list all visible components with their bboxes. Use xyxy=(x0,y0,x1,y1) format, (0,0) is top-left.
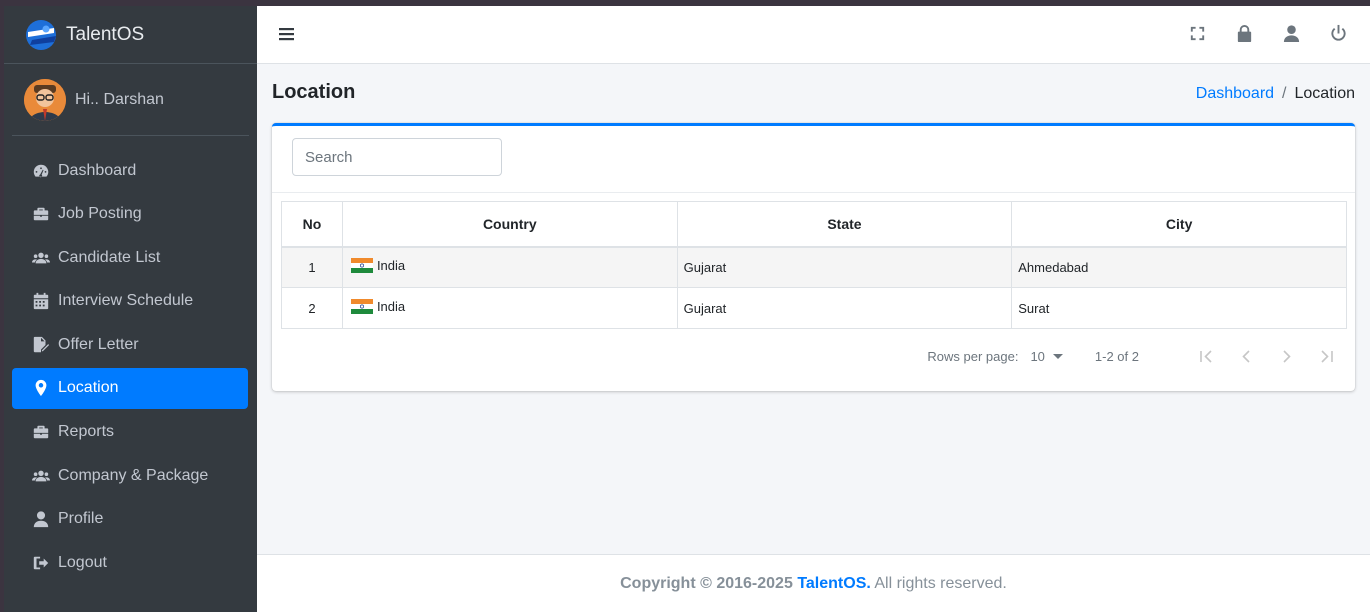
table-row[interactable]: 1 India Gujarat Ahmedabad xyxy=(281,246,1347,288)
next-page-icon[interactable] xyxy=(1278,348,1295,365)
pagination: Rows per page: 10 1-2 of 2 xyxy=(927,348,1335,365)
rows-per-page-select[interactable]: 10 xyxy=(1030,349,1063,364)
sidebar-item-label: Profile xyxy=(58,510,104,528)
table-row[interactable]: 2 India Gujarat Surat xyxy=(281,287,1347,329)
page-title: Location xyxy=(272,81,356,103)
breadcrumb-current: Location xyxy=(1294,85,1356,102)
sidebar-item-location[interactable]: Location xyxy=(12,367,248,409)
sidebar-item-offer-letter[interactable]: Offer Letter xyxy=(12,324,248,365)
sidebar-item-company-package[interactable]: Company & Package xyxy=(12,455,248,496)
previous-page-icon[interactable] xyxy=(1238,348,1255,365)
india-flag-icon xyxy=(350,257,373,273)
column-header-country[interactable]: Country xyxy=(341,201,678,248)
user-icon xyxy=(32,510,50,528)
sidebar-item-label: Job Posting xyxy=(58,205,142,223)
sidebar-item-label: Company & Package xyxy=(58,466,209,484)
sidebar-item-label: Candidate List xyxy=(58,248,161,266)
column-header-state[interactable]: State xyxy=(676,201,1013,248)
footer-copyright: Copyright © 2016-2025 xyxy=(620,575,793,592)
map-marker-icon xyxy=(32,379,50,397)
sidebar-item-job-posting[interactable]: Job Posting xyxy=(12,194,248,235)
users-icon xyxy=(32,467,50,485)
rows-per-page-value: 10 xyxy=(1030,349,1045,364)
file-signature-icon xyxy=(32,336,50,354)
sidebar-item-dashboard[interactable]: Dashboard xyxy=(12,150,248,191)
cell-state: Gujarat xyxy=(676,287,1013,329)
sidebar-item-interview-schedule[interactable]: Interview Schedule xyxy=(12,281,248,322)
breadcrumb: Dashboard / Location xyxy=(1196,85,1355,103)
footer: Copyright © 2016-2025 TalentOS. All righ… xyxy=(257,554,1370,612)
country-name: India xyxy=(376,257,406,273)
power-icon[interactable] xyxy=(1329,24,1348,43)
user-icon[interactable] xyxy=(1282,24,1301,43)
cell-country: India xyxy=(341,287,678,329)
page-range: 1-2 of 2 xyxy=(1094,349,1139,364)
column-header-no[interactable]: No xyxy=(281,201,343,248)
breadcrumb-separator: / xyxy=(1282,85,1287,102)
caret-down-icon xyxy=(1052,354,1063,359)
sidebar-item-reports[interactable]: Reports xyxy=(12,412,248,453)
cell-no: 2 xyxy=(281,287,343,329)
briefcase-icon xyxy=(32,423,50,441)
card-header xyxy=(272,126,1355,193)
cell-city: Surat xyxy=(1011,287,1347,329)
calendar-icon xyxy=(32,292,50,310)
cell-country: India xyxy=(341,246,678,288)
column-header-city[interactable]: City xyxy=(1011,201,1347,248)
india-flag-icon xyxy=(350,298,373,314)
sidebar-item-label: Dashboard xyxy=(58,161,137,179)
cell-state: Gujarat xyxy=(676,246,1013,288)
sidebar-nav: Dashboard Job Posting Candidate List Int… xyxy=(12,150,248,586)
talentos-logo xyxy=(26,19,56,50)
first-page-icon[interactable] xyxy=(1198,348,1215,365)
user-greeting: Hi.. Darshan xyxy=(75,90,164,108)
sidebar-item-label: Interview Schedule xyxy=(58,292,194,310)
location-card: No Country State City 1 India Gujarat xyxy=(272,123,1355,391)
brand[interactable]: TalentOS xyxy=(4,6,257,64)
sidebar: TalentOS Hi.. Darshan Dashboard Job Post… xyxy=(4,6,257,612)
location-table: No Country State City 1 India Gujarat Ah… xyxy=(281,201,1347,329)
breadcrumb-dashboard-link[interactable]: Dashboard xyxy=(1196,85,1274,103)
sidebar-item-candidate-list[interactable]: Candidate List xyxy=(12,237,248,278)
country-name: India xyxy=(376,298,406,314)
cell-city: Ahmedabad xyxy=(1011,246,1347,288)
sidebar-item-profile[interactable]: Profile xyxy=(12,499,248,540)
table-header-row: No Country State City xyxy=(281,201,1347,248)
sidebar-item-label: Reports xyxy=(58,423,115,441)
main-content: Location Dashboard / Location No Country… xyxy=(257,6,1370,612)
footer-brand-link[interactable]: TalentOS. xyxy=(797,575,871,592)
avatar xyxy=(24,78,66,121)
cell-no: 1 xyxy=(281,246,343,288)
users-icon xyxy=(32,249,50,267)
top-navbar xyxy=(257,6,1370,64)
sidebar-item-label: Location xyxy=(58,379,119,397)
dashboard-icon xyxy=(32,162,50,180)
briefcase-icon xyxy=(32,205,50,223)
fullscreen-icon[interactable] xyxy=(1188,24,1207,43)
lock-icon[interactable] xyxy=(1235,24,1254,43)
menu-icon[interactable] xyxy=(279,25,297,43)
rows-per-page-label: Rows per page: xyxy=(927,349,1019,364)
sidebar-item-logout[interactable]: Logout xyxy=(12,542,248,583)
brand-name: TalentOS xyxy=(66,23,145,45)
sign-out-icon xyxy=(32,554,50,572)
last-page-icon[interactable] xyxy=(1318,348,1335,365)
sidebar-item-label: Logout xyxy=(58,553,107,571)
sidebar-item-label: Offer Letter xyxy=(58,335,139,353)
footer-rights: All rights reserved. xyxy=(874,575,1007,592)
search-input[interactable] xyxy=(292,138,502,176)
user-panel[interactable]: Hi.. Darshan xyxy=(12,64,249,136)
